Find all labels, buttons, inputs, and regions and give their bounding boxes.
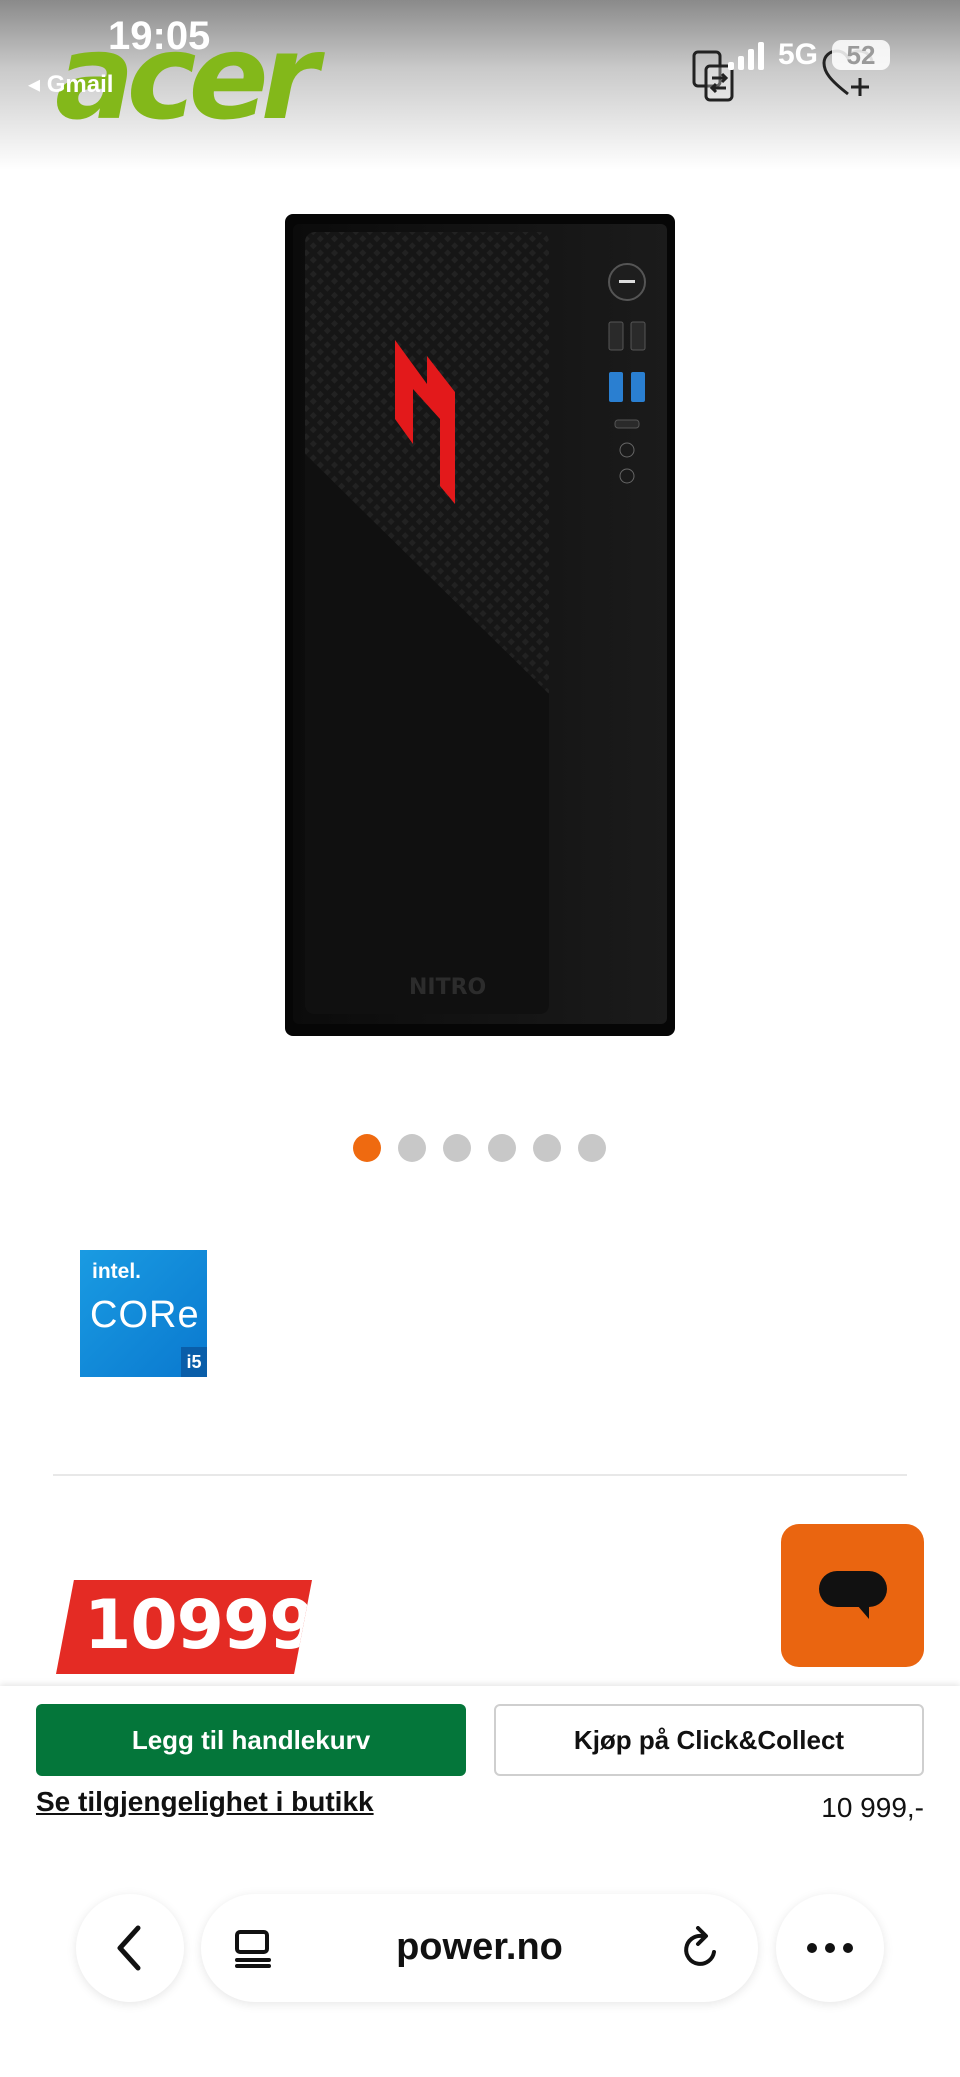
store-availability-link[interactable]: Se tilgjengelighet i butikk (36, 1786, 374, 1818)
status-time: 19:05 (108, 14, 211, 58)
intel-core-i5-badge: intel. CORe i5 (80, 1250, 207, 1377)
intel-brand-text: intel. (92, 1260, 142, 1283)
section-divider (53, 1474, 907, 1476)
add-to-cart-button[interactable]: Legg til handlekurv (36, 1704, 466, 1776)
chat-button[interactable] (781, 1524, 924, 1667)
gallery-pager (353, 1134, 606, 1162)
battery-level: 52 (832, 40, 890, 70)
click-collect-button[interactable]: Kjøp på Click&Collect (494, 1704, 924, 1776)
gallery-dot[interactable] (578, 1134, 606, 1162)
intel-line-text: CORe (90, 1294, 200, 1336)
price-main: 10999 (84, 1586, 316, 1665)
product-image[interactable]: NITRO (285, 214, 675, 1036)
cellular-signal-icon (727, 40, 764, 70)
gallery-dot[interactable] (398, 1134, 426, 1162)
svg-text:NITRO: NITRO (409, 975, 486, 1000)
url-text[interactable]: power.no (201, 1926, 758, 1969)
gallery-dot[interactable] (353, 1134, 381, 1162)
address-bar[interactable]: power.no (201, 1894, 758, 2002)
browser-more-button[interactable] (776, 1894, 884, 2002)
gallery-dot[interactable] (533, 1134, 561, 1162)
browser-back-button[interactable] (76, 1894, 184, 2002)
back-chevron-icon (117, 1925, 141, 1971)
network-type: 5G (777, 38, 818, 71)
status-indicators: 5G 52 (727, 38, 890, 72)
reload-icon[interactable] (680, 1926, 722, 1975)
price-tag: 10999 (56, 1580, 312, 1674)
more-icon (807, 1943, 853, 1953)
gallery-dot[interactable] (443, 1134, 471, 1162)
back-to-gmail-link[interactable]: ◂ Gmail (28, 70, 113, 99)
gallery-dot[interactable] (488, 1134, 516, 1162)
intel-tier-text: i5 (181, 1347, 207, 1377)
chat-bubble-icon (818, 1570, 887, 1619)
price-secondary: 10 999,- (821, 1792, 924, 1823)
